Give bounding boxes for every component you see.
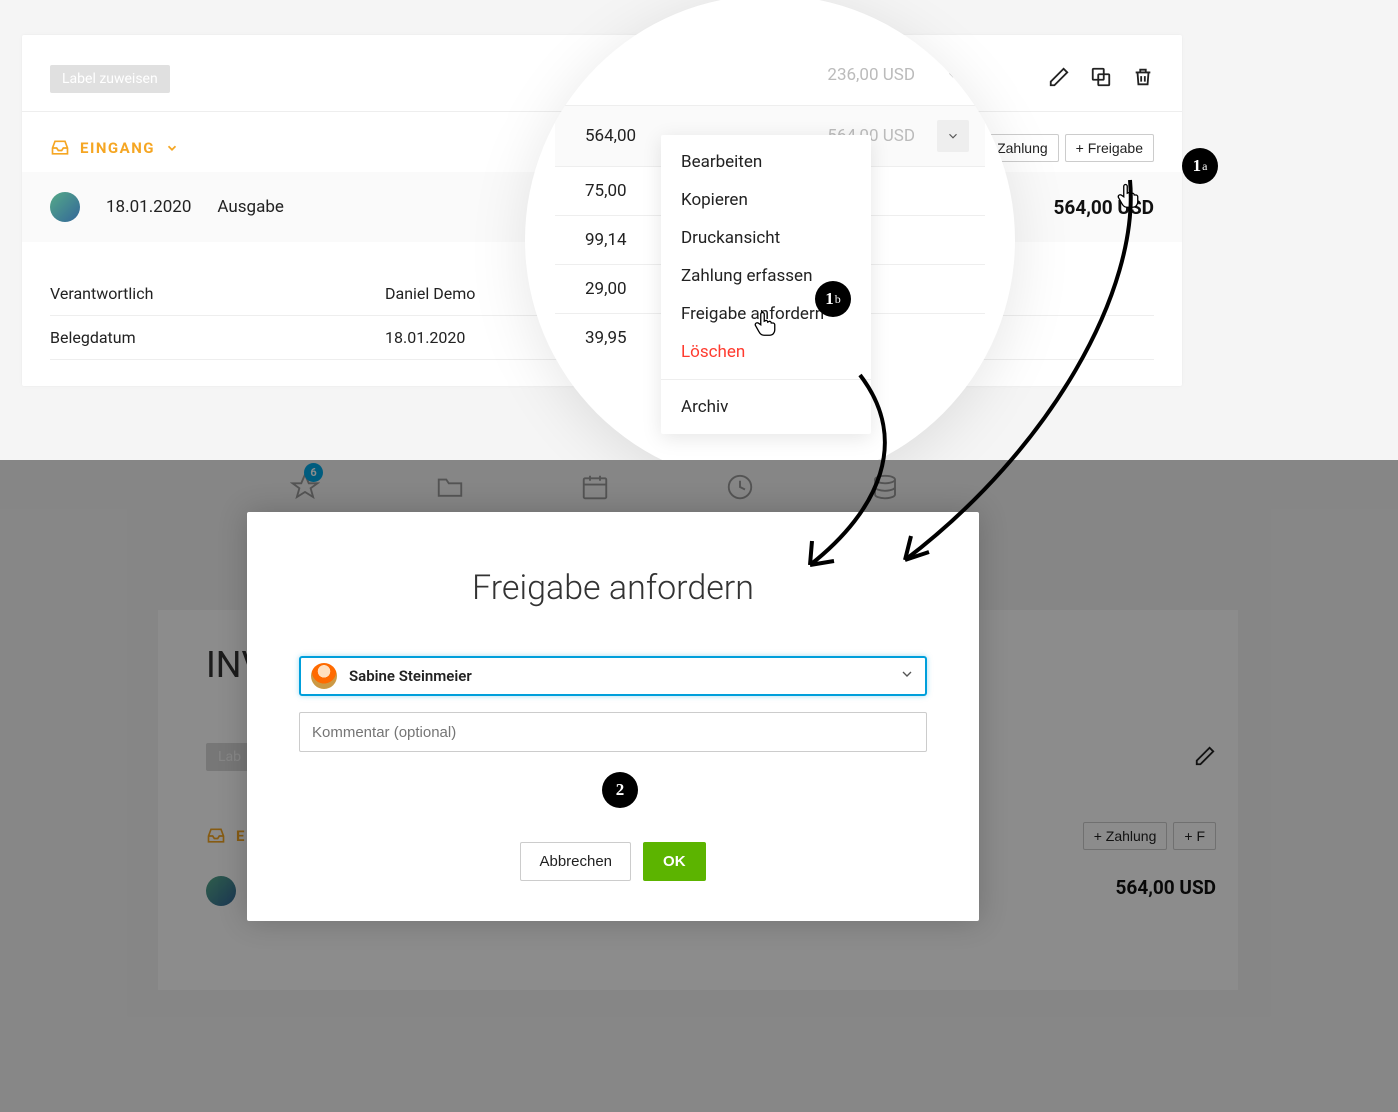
request-approval-modal: Freigabe anfordern Sabine Steinmeier Abb… (247, 512, 979, 921)
entry-total: 564,00 USD (1054, 196, 1154, 219)
annotation-badge-2: 2 (602, 772, 638, 808)
user-avatar (50, 192, 80, 222)
status-label: EINGANG (80, 139, 155, 157)
detail-value: Daniel Demo (385, 284, 475, 303)
inbox-icon (50, 138, 70, 158)
zoom-lens: 236,00 USD 564,00 564,00 USD 75,00 99,14… (525, 0, 1015, 485)
copy-icon[interactable] (1090, 66, 1112, 92)
amount-value: 99,14 (585, 230, 627, 250)
badge-number: 1 (825, 289, 834, 309)
entry-date: 18.01.2020 (106, 197, 191, 217)
menu-item-print[interactable]: Druckansicht (661, 219, 871, 257)
menu-item-copy[interactable]: Kopieren (661, 181, 871, 219)
edit-icon[interactable] (1048, 66, 1070, 92)
menu-item-delete[interactable]: Löschen (661, 333, 871, 371)
header-actions (1048, 66, 1154, 92)
row-menu-trigger[interactable] (937, 120, 969, 152)
menu-item-edit[interactable]: Bearbeiten (661, 143, 871, 181)
badge-number: 1 (1193, 156, 1202, 176)
assign-label-chip[interactable]: Label zuweisen (50, 65, 170, 93)
detail-value: 18.01.2020 (385, 328, 465, 347)
detail-label: Verantwortlich (50, 284, 385, 303)
cancel-button[interactable]: Abbrechen (520, 842, 631, 881)
amount-row: 236,00 USD (555, 45, 985, 106)
amount-value: 75,00 (585, 181, 627, 201)
modal-actions: Abbrechen OK (299, 842, 927, 881)
annotation-badge-1a: 1a (1182, 148, 1218, 184)
approver-select[interactable]: Sabine Steinmeier (299, 656, 927, 696)
status-eingang[interactable]: EINGANG (50, 138, 179, 158)
modal-title: Freigabe anfordern (299, 568, 927, 608)
annotation-badge-1b: 1b (815, 281, 851, 317)
ok-button[interactable]: OK (643, 842, 706, 881)
badge-sub: b (835, 292, 841, 307)
amount-left: 564,00 (585, 126, 636, 146)
approver-name: Sabine Steinmeier (349, 667, 472, 685)
add-approval-button[interactable]: + Freigabe (1065, 134, 1154, 162)
amount-value: 236,00 USD (827, 65, 915, 85)
amount-value: 39,95 (585, 328, 627, 348)
amount-value: 29,00 (585, 279, 627, 299)
menu-item-archive[interactable]: Archiv (661, 388, 871, 426)
badge-number: 2 (616, 780, 625, 800)
chevron-down-icon (946, 68, 960, 82)
comment-input[interactable] (299, 712, 927, 752)
badge-sub: a (1202, 159, 1207, 174)
chevron-down-icon (899, 666, 915, 686)
delete-icon[interactable] (1132, 66, 1154, 92)
approver-avatar (311, 663, 337, 689)
detail-label: Belegdatum (50, 328, 385, 347)
row-menu-trigger[interactable] (937, 59, 969, 91)
chevron-down-icon (946, 129, 960, 143)
entry-type: Ausgabe (217, 197, 284, 217)
chevron-down-icon (165, 141, 179, 155)
menu-separator (661, 379, 871, 380)
